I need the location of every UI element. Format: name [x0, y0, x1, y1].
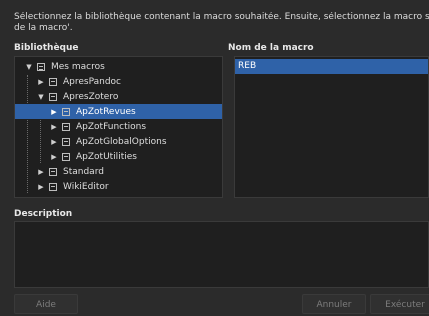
tree-item-label: ApZotRevues: [76, 106, 136, 117]
instructions-line-1: Sélectionnez la bibliothèque contenant l…: [14, 12, 429, 22]
module-icon: [62, 107, 70, 116]
collapsed-arrow-icon[interactable]: ▶: [50, 123, 58, 131]
collapsed-arrow-icon[interactable]: ▶: [50, 108, 58, 116]
tree-item-apzot-functions[interactable]: ▶ ApZotFunctions: [15, 119, 222, 134]
tree-item-label: ApZotUtilities: [76, 151, 137, 162]
instructions-line-2: de la macro'.: [14, 23, 73, 33]
collapsed-arrow-icon[interactable]: ▶: [50, 153, 58, 161]
expanded-arrow-icon[interactable]: ▼: [25, 63, 33, 71]
library-icon: [49, 77, 57, 86]
tree-item-apzot-global-options[interactable]: ▶ ApZotGlobalOptions: [15, 134, 222, 149]
tree-item-mes-macros[interactable]: ▼ Mes macros: [15, 59, 222, 74]
description-box: [14, 221, 429, 288]
library-container-icon: [37, 62, 45, 71]
macro-name-label: Nom de la macro: [228, 43, 314, 53]
macro-item[interactable]: REB: [235, 59, 428, 74]
module-icon: [62, 137, 70, 146]
description-label: Description: [14, 209, 73, 219]
tree-item-label: Mes macros: [51, 61, 105, 72]
tree-item-wiki-editor[interactable]: ▶ WikiEditor: [15, 179, 222, 194]
library-label: Bibliothèque: [14, 43, 79, 53]
cancel-button[interactable]: Annuler: [302, 294, 366, 314]
collapsed-arrow-icon[interactable]: ▶: [50, 138, 58, 146]
tree-item-apzot-revues[interactable]: ▶ ApZotRevues: [15, 104, 222, 119]
library-icon: [49, 167, 57, 176]
tree-item-label: ApZotFunctions: [76, 121, 147, 132]
module-icon: [62, 152, 70, 161]
tree-item-label: Standard: [63, 166, 104, 177]
instructions-text: Sélectionnez la bibliothèque contenant l…: [14, 12, 429, 34]
run-button[interactable]: Exécuter: [370, 294, 429, 314]
tree-item-label: ApresPandoc: [63, 76, 122, 87]
tree-item-label: WikiEditor: [63, 181, 109, 192]
collapsed-arrow-icon[interactable]: ▶: [37, 78, 45, 86]
expanded-arrow-icon[interactable]: ▼: [37, 93, 45, 101]
tree-item-apres-pandoc[interactable]: ▶ ApresPandoc: [15, 74, 222, 89]
help-button[interactable]: Aide: [14, 294, 78, 314]
tree-item-label: ApresZotero: [63, 91, 119, 102]
library-icon: [49, 92, 57, 101]
tree-item-apzot-utilities[interactable]: ▶ ApZotUtilities: [15, 149, 222, 164]
library-tree[interactable]: ▼ Mes macros ▶ ApresPandoc ▼ ApresZotero…: [14, 56, 223, 198]
tree-item-apres-zotero[interactable]: ▼ ApresZotero: [15, 89, 222, 104]
collapsed-arrow-icon[interactable]: ▶: [37, 183, 45, 191]
tree-item-label: ApZotGlobalOptions: [76, 136, 167, 147]
tree-item-standard[interactable]: ▶ Standard: [15, 164, 222, 179]
module-icon: [62, 122, 70, 131]
collapsed-arrow-icon[interactable]: ▶: [37, 168, 45, 176]
macro-list[interactable]: REB: [234, 56, 429, 198]
library-icon: [49, 182, 57, 191]
